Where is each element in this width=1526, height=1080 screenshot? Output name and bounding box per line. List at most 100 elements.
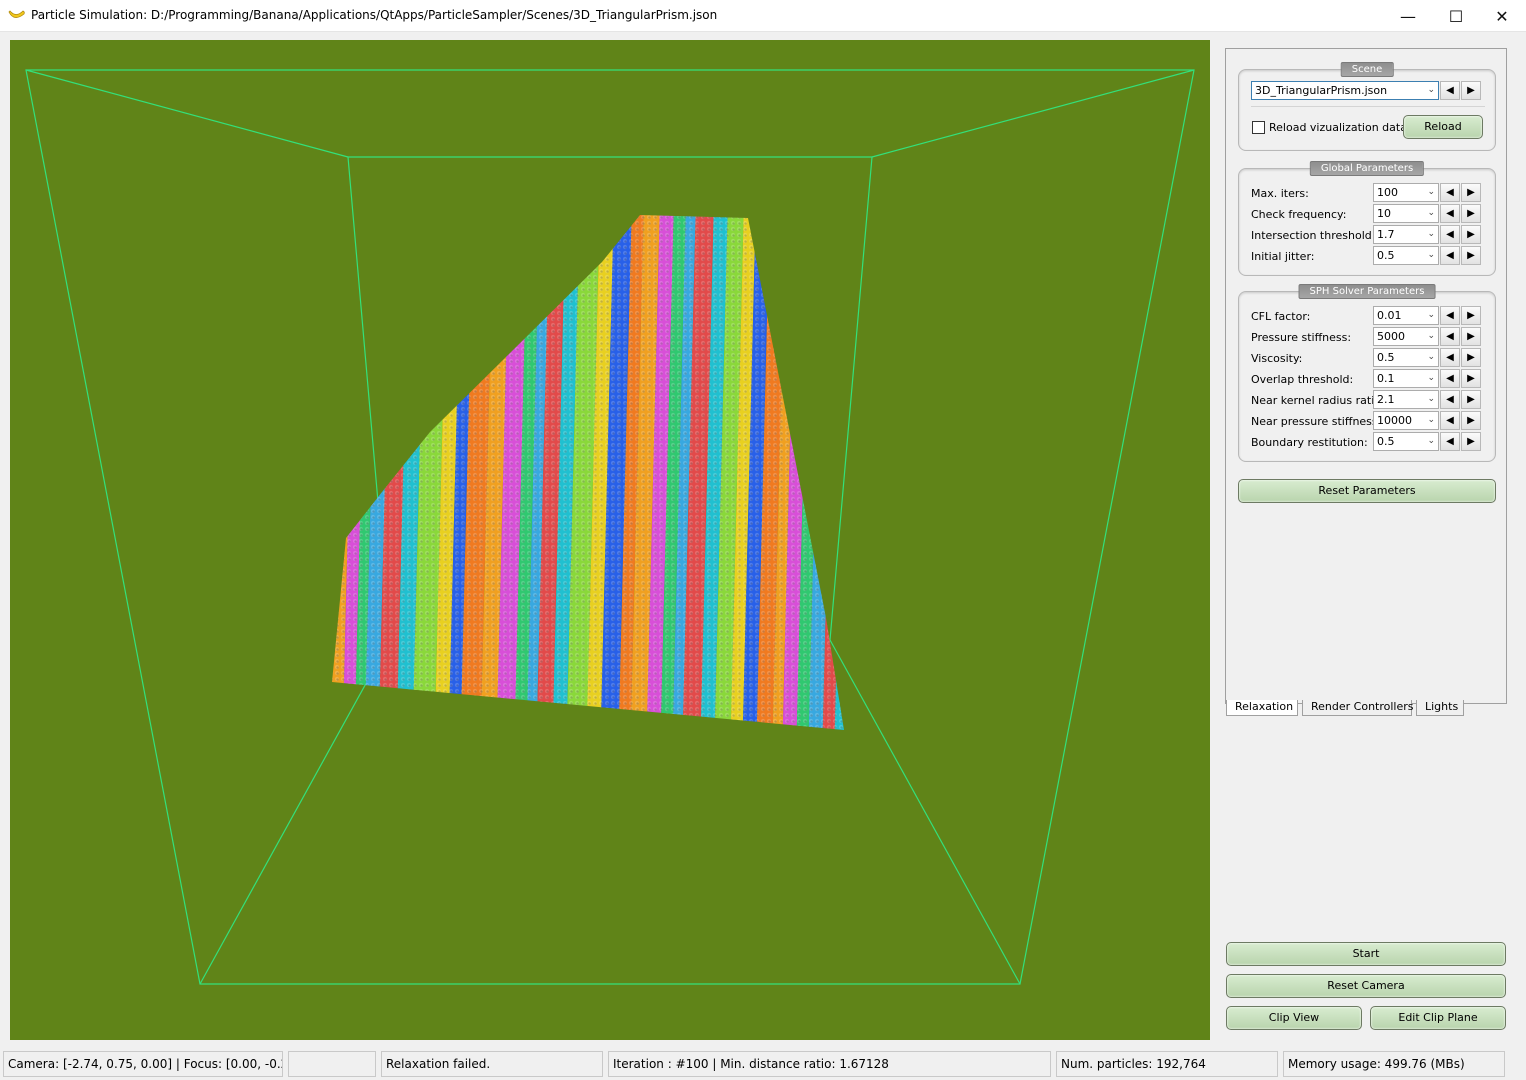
status-progress: [288, 1051, 376, 1077]
increment-button[interactable]: ▶: [1461, 183, 1481, 202]
scene-prev-button[interactable]: ◀: [1440, 81, 1460, 100]
decrement-button[interactable]: ◀: [1440, 369, 1460, 388]
tab-lights[interactable]: Lights: [1416, 700, 1464, 716]
parameter-label: Near kernel radius ratio:: [1251, 394, 1385, 407]
parameter-value: 10000: [1377, 414, 1412, 427]
right-triangle-icon: ▶: [1467, 436, 1475, 447]
banana-icon: [8, 10, 25, 18]
parameter-row: Max. iters: 100 ⌄ ◀ ▶: [1251, 183, 1485, 203]
chevron-down-icon: ⌄: [1427, 229, 1435, 239]
render-viewport[interactable]: [10, 40, 1210, 1040]
increment-button[interactable]: ▶: [1461, 411, 1481, 430]
decrement-button[interactable]: ◀: [1440, 246, 1460, 265]
chevron-down-icon: ⌄: [1427, 250, 1435, 260]
status-camera: Camera: [-2.74, 0.75, 0.00] | Focus: [0.…: [3, 1051, 283, 1077]
box-edge: [829, 639, 1021, 985]
decrement-button[interactable]: ◀: [1440, 306, 1460, 325]
left-triangle-icon: ◀: [1446, 229, 1454, 240]
scene-canvas[interactable]: [10, 40, 1210, 1040]
minimize-button[interactable]: —: [1385, 0, 1431, 32]
chevron-down-icon: ⌄: [1427, 415, 1435, 425]
scene-file-select[interactable]: 3D_TriangularPrism.json ⌄: [1251, 81, 1439, 100]
parameter-row: Overlap threshold: 0.1 ⌄ ◀ ▶: [1251, 369, 1485, 389]
parameter-row: Viscosity: 0.5 ⌄ ◀ ▶: [1251, 348, 1485, 368]
increment-button[interactable]: ▶: [1461, 327, 1481, 346]
decrement-button[interactable]: ◀: [1440, 183, 1460, 202]
parameter-value-select[interactable]: 1.7 ⌄: [1373, 225, 1439, 244]
parameter-label: Initial jitter:: [1251, 250, 1315, 263]
increment-button[interactable]: ▶: [1461, 246, 1481, 265]
parameter-value-select[interactable]: 0.5 ⌄: [1373, 432, 1439, 451]
chevron-down-icon: ⌄: [1427, 352, 1435, 362]
increment-button[interactable]: ▶: [1461, 432, 1481, 451]
parameter-label: Boundary restitution:: [1251, 436, 1368, 449]
tab-render-controllers[interactable]: Render Controllers: [1302, 700, 1414, 716]
right-triangle-icon: ▶: [1467, 415, 1475, 426]
parameter-row: Pressure stiffness: 5000 ⌄ ◀ ▶: [1251, 327, 1485, 347]
parameter-value-select[interactable]: 2.1 ⌄: [1373, 390, 1439, 409]
parameter-value-select[interactable]: 100 ⌄: [1373, 183, 1439, 202]
decrement-button[interactable]: ◀: [1440, 348, 1460, 367]
clip-view-button[interactable]: Clip View: [1226, 1006, 1362, 1030]
decrement-button[interactable]: ◀: [1440, 390, 1460, 409]
decrement-button[interactable]: ◀: [1440, 225, 1460, 244]
increment-button[interactable]: ▶: [1461, 204, 1481, 223]
box-edge: [871, 69, 1195, 158]
reset-camera-button[interactable]: Reset Camera: [1226, 974, 1506, 998]
increment-button[interactable]: ▶: [1461, 225, 1481, 244]
parameter-value: 2.1: [1377, 393, 1395, 406]
scene-next-button[interactable]: ▶: [1461, 81, 1481, 100]
right-triangle-icon: ▶: [1467, 331, 1475, 342]
parameter-value-select[interactable]: 5000 ⌄: [1373, 327, 1439, 346]
parameter-label: CFL factor:: [1251, 310, 1311, 323]
reload-visualization-checkbox[interactable]: [1252, 121, 1265, 134]
left-triangle-icon: ◀: [1446, 394, 1454, 405]
status-particles: Num. particles: 192,764: [1056, 1051, 1278, 1077]
parameter-value: 0.01: [1377, 309, 1402, 322]
increment-button[interactable]: ▶: [1461, 390, 1481, 409]
particle-volume: [332, 200, 872, 760]
parameter-value-select[interactable]: 10000 ⌄: [1373, 411, 1439, 430]
decrement-button[interactable]: ◀: [1440, 327, 1460, 346]
left-triangle-icon: ◀: [1446, 310, 1454, 321]
scene-file-value: 3D_TriangularPrism.json: [1255, 84, 1388, 97]
tab-relaxation[interactable]: Relaxation: [1226, 700, 1298, 716]
left-triangle-icon: ◀: [1446, 187, 1454, 198]
parameter-value-select[interactable]: 0.01 ⌄: [1373, 306, 1439, 325]
increment-button[interactable]: ▶: [1461, 369, 1481, 388]
reload-button[interactable]: Reload: [1403, 115, 1483, 139]
parameter-row: Intersection threshold: 1.7 ⌄ ◀ ▶: [1251, 225, 1485, 245]
parameter-value-select[interactable]: 0.5 ⌄: [1373, 348, 1439, 367]
start-button[interactable]: Start: [1226, 942, 1506, 966]
box-edge: [199, 639, 391, 985]
edit-clip-plane-button[interactable]: Edit Clip Plane: [1370, 1006, 1506, 1030]
parameter-row: Boundary restitution: 0.5 ⌄ ◀ ▶: [1251, 432, 1485, 452]
right-triangle-icon: ▶: [1467, 250, 1475, 261]
right-triangle-icon: ▶: [1467, 208, 1475, 219]
chevron-down-icon: ⌄: [1427, 331, 1435, 341]
left-triangle-icon: ◀: [1446, 352, 1454, 363]
parameter-row: Near kernel radius ratio: 2.1 ⌄ ◀ ▶: [1251, 390, 1485, 410]
parameter-label: Intersection threshold:: [1251, 229, 1376, 242]
increment-button[interactable]: ▶: [1461, 348, 1481, 367]
decrement-button[interactable]: ◀: [1440, 204, 1460, 223]
close-button[interactable]: ✕: [1479, 0, 1525, 32]
parameter-value-select[interactable]: 0.1 ⌄: [1373, 369, 1439, 388]
chevron-down-icon: ⌄: [1427, 394, 1435, 404]
box-edge: [25, 69, 349, 158]
parameter-label: Overlap threshold:: [1251, 373, 1354, 386]
parameter-row: CFL factor: 0.01 ⌄ ◀ ▶: [1251, 306, 1485, 326]
maximize-button[interactable]: ☐: [1433, 0, 1479, 32]
left-triangle-icon: ◀: [1446, 85, 1454, 96]
chevron-down-icon: ⌄: [1427, 373, 1435, 383]
left-triangle-icon: ◀: [1446, 331, 1454, 342]
parameter-value-select[interactable]: 10 ⌄: [1373, 204, 1439, 223]
decrement-button[interactable]: ◀: [1440, 432, 1460, 451]
particle-stripe: [834, 215, 844, 730]
decrement-button[interactable]: ◀: [1440, 411, 1460, 430]
reset-parameters-button[interactable]: Reset Parameters: [1238, 479, 1496, 503]
particle-stripe: [844, 200, 872, 760]
increment-button[interactable]: ▶: [1461, 306, 1481, 325]
chevron-down-icon: ⌄: [1427, 187, 1435, 197]
parameter-value-select[interactable]: 0.5 ⌄: [1373, 246, 1439, 265]
